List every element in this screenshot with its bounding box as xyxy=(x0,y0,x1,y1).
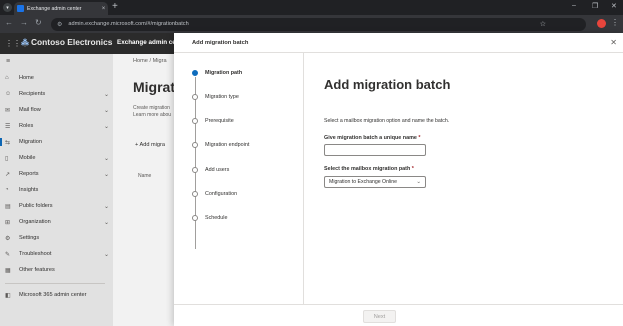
required-marker: * xyxy=(411,166,414,172)
contoso-logo-icon: ⁂ xyxy=(21,37,29,47)
batch-name-label: Give migration batch a unique name * xyxy=(324,135,420,141)
migration-path-selected: Migration to Exchange Online xyxy=(329,179,398,185)
step-label: Schedule xyxy=(205,215,228,221)
window-close-button[interactable]: ✕ xyxy=(611,2,617,10)
step-pending-icon xyxy=(192,191,198,197)
step-label: Migration endpoint xyxy=(205,142,250,148)
new-tab-button[interactable]: + xyxy=(112,1,118,12)
browser-toolbar: ← → ↻ ⚙ admin.exchange.microsoft.com/#/m… xyxy=(0,15,623,33)
step-migration-path[interactable]: Migration path xyxy=(192,68,242,78)
panel-heading: Add migration batch xyxy=(324,77,451,92)
step-label: Migration path xyxy=(205,70,243,76)
address-bar[interactable]: ⚙ admin.exchange.microsoft.com/#/migrati… xyxy=(51,17,586,31)
batch-name-input[interactable] xyxy=(324,144,426,156)
browser-tab-bar: ▾ Exchange admin center × + – ❐ ✕ xyxy=(0,0,623,15)
step-pending-icon xyxy=(192,94,198,100)
close-icon[interactable]: ✕ xyxy=(610,38,617,47)
next-button[interactable]: Next xyxy=(363,310,396,323)
site-info-icon[interactable]: ⚙ xyxy=(57,21,62,28)
panel-intro: Select a mailbox migration option and na… xyxy=(324,118,450,124)
restore-button[interactable]: ❐ xyxy=(592,2,598,10)
panel-title: Add migration batch xyxy=(192,40,249,46)
steps-divider xyxy=(303,53,304,304)
batch-name-label-text: Give migration batch a unique name xyxy=(324,135,417,141)
brand-name: Contoso Electronics xyxy=(31,37,113,47)
migration-path-label: Select the mailbox migration path * xyxy=(324,166,414,172)
step-label: Prerequisite xyxy=(205,118,234,124)
step-configuration[interactable]: Configuration xyxy=(192,189,237,199)
browser-tab[interactable]: Exchange admin center × xyxy=(14,2,108,15)
modal-overlay xyxy=(0,54,175,326)
add-migration-batch-panel: Add migration batch ✕ Migration path Mig… xyxy=(174,33,623,326)
step-pending-icon xyxy=(192,215,198,221)
step-label: Add users xyxy=(205,167,230,173)
step-add-users[interactable]: Add users xyxy=(192,165,229,175)
migration-path-dropdown[interactable]: Migration to Exchange Online ⌄ xyxy=(324,176,426,188)
step-label: Migration type xyxy=(205,94,239,100)
step-prerequisite[interactable]: Prerequisite xyxy=(192,116,234,126)
address-url: admin.exchange.microsoft.com/#/migration… xyxy=(68,21,189,27)
tab-close-icon[interactable]: × xyxy=(99,6,108,12)
tab-title: Exchange admin center xyxy=(27,5,82,12)
step-label: Configuration xyxy=(205,191,238,197)
migration-path-label-text: Select the mailbox migration path xyxy=(324,166,411,172)
reload-icon[interactable]: ↻ xyxy=(35,18,42,27)
back-arrow-icon[interactable]: ← xyxy=(5,18,13,27)
step-migration-type[interactable]: Migration type xyxy=(192,92,239,102)
step-connector-line xyxy=(195,77,196,249)
panel-footer: Next xyxy=(174,304,623,326)
step-schedule[interactable]: Schedule xyxy=(192,213,227,223)
forward-arrow-icon[interactable]: → xyxy=(20,18,28,27)
app-name: Exchange admin ce xyxy=(117,39,176,46)
step-migration-endpoint[interactable]: Migration endpoint xyxy=(192,140,249,150)
profile-avatar[interactable] xyxy=(597,19,606,28)
menu-kebab-icon[interactable]: ⋮ xyxy=(611,18,619,27)
chevron-down-icon: ⌄ xyxy=(416,179,421,185)
exchange-favicon-icon xyxy=(17,5,24,12)
panel-divider xyxy=(174,52,623,53)
brand: ⁂ Contoso Electronics xyxy=(21,37,112,47)
step-pending-icon xyxy=(192,118,198,124)
step-pending-icon xyxy=(192,167,198,173)
step-current-icon xyxy=(192,70,198,76)
required-marker: * xyxy=(418,135,421,141)
bookmark-star-icon[interactable]: ☆ xyxy=(540,20,546,28)
minimize-button[interactable]: – xyxy=(572,2,576,9)
step-pending-icon xyxy=(192,142,198,148)
tab-search-icon[interactable]: ▾ xyxy=(3,3,12,12)
